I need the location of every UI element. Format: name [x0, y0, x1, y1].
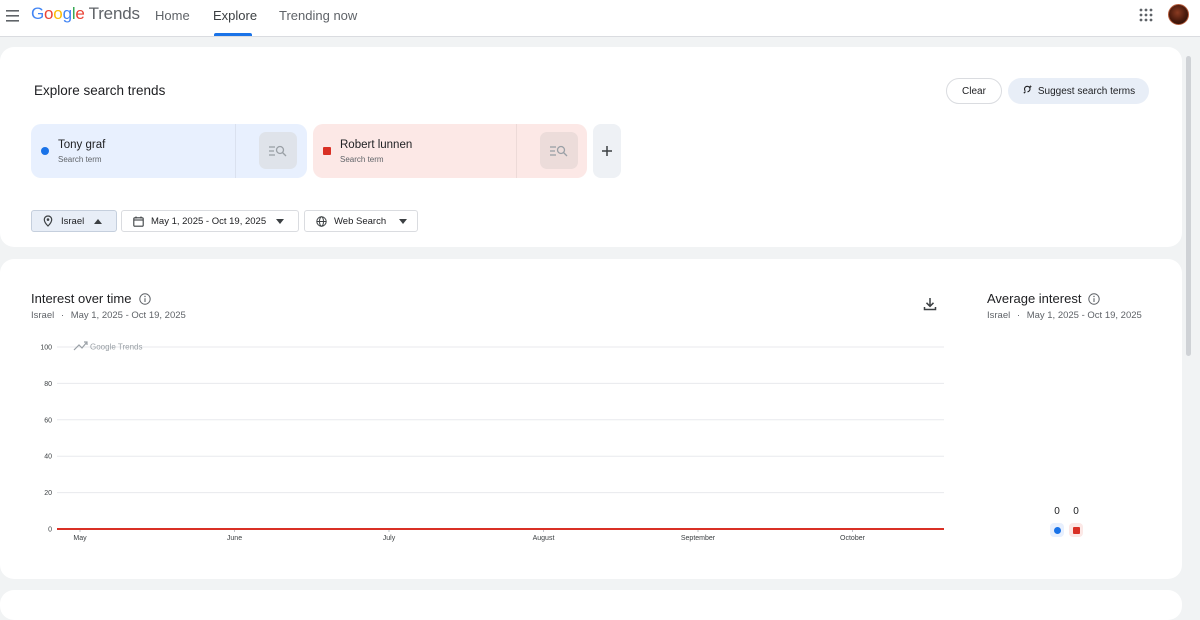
- date-range-filter-dropdown[interactable]: May 1, 2025 - Oct 19, 2025: [121, 210, 299, 232]
- average-interest-title: Average interest: [987, 291, 1082, 306]
- caret-down-icon: [399, 218, 408, 224]
- search-term-card-1[interactable]: Tony graf Search term: [31, 124, 307, 178]
- x-tick-label: October: [840, 535, 866, 542]
- average-marker-term-2: [1069, 523, 1083, 537]
- average-value-term-2: 0: [1073, 506, 1079, 517]
- average-subtitle-range: May 1, 2025 - Oct 19, 2025: [1026, 310, 1142, 321]
- term-2-subtitle: Search term: [340, 155, 384, 164]
- apps-grid-icon[interactable]: [1138, 7, 1154, 23]
- term-1-divider: [235, 124, 236, 178]
- x-tick-label: September: [681, 535, 716, 542]
- x-tick-label: August: [533, 535, 555, 542]
- y-tick-label: 20: [44, 490, 52, 497]
- nav-tab-explore[interactable]: Explore: [213, 8, 257, 23]
- average-interest-subtitle: Israel · May 1, 2025 - Oct 19, 2025: [987, 310, 1142, 321]
- nav-tab-home[interactable]: Home: [155, 8, 190, 23]
- interest-subtitle: Israel · May 1, 2025 - Oct 19, 2025: [31, 310, 186, 321]
- y-tick-label: 40: [44, 454, 52, 461]
- page-scrollbar[interactable]: [1185, 40, 1193, 600]
- x-tick-label: June: [227, 535, 242, 542]
- top-bar: Google Trends Home Explore Trending now: [0, 0, 1200, 37]
- sparkle-search-icon: [1022, 84, 1033, 98]
- active-tab-indicator: [214, 33, 252, 36]
- term-2-color-square: [323, 147, 331, 155]
- globe-icon: [316, 215, 327, 227]
- user-avatar[interactable]: [1168, 4, 1189, 25]
- calendar-icon: [133, 216, 144, 227]
- search-term-card-2[interactable]: Robert lunnen Search term: [313, 124, 587, 178]
- x-tick-label: July: [383, 535, 396, 542]
- y-tick-label: 60: [44, 417, 52, 424]
- region-filter-dropdown[interactable]: Israel: [31, 210, 117, 232]
- term-2-name[interactable]: Robert lunnen: [340, 139, 412, 151]
- interest-subtitle-range: May 1, 2025 - Oct 19, 2025: [70, 310, 186, 321]
- x-tick-label: May: [73, 535, 87, 542]
- clear-button-label: Clear: [962, 85, 986, 97]
- info-icon[interactable]: [139, 293, 151, 305]
- y-tick-label: 0: [48, 527, 52, 534]
- explore-title: Explore search trends: [34, 83, 166, 98]
- caret-up-icon: [94, 218, 103, 224]
- watermark-text: Google Trends: [90, 343, 142, 352]
- region-filter-label: Israel: [61, 215, 85, 227]
- clear-button[interactable]: Clear: [946, 78, 1002, 104]
- average-subtitle-separator: ·: [1016, 310, 1021, 321]
- scrollbar-thumb[interactable]: [1186, 56, 1191, 356]
- info-icon[interactable]: [1088, 293, 1100, 305]
- search-type-filter-dropdown[interactable]: Web Search: [304, 210, 418, 232]
- blue-dot-icon: [1053, 526, 1061, 534]
- term-2-search-icon[interactable]: [540, 132, 578, 169]
- y-tick-label: 100: [40, 345, 52, 352]
- average-subtitle-geo: Israel: [987, 310, 1011, 321]
- location-pin-icon: [43, 215, 53, 227]
- caret-down-icon: [276, 218, 285, 224]
- nav-tab-trending-now[interactable]: Trending now: [279, 8, 357, 23]
- term-1-color-dot: [41, 147, 49, 155]
- next-section-card: [0, 590, 1182, 620]
- suggest-button-label: Suggest search terms: [1037, 85, 1136, 97]
- interest-over-time-chart: 100 80 60 40 20 0 May June July August September O…: [40, 341, 944, 542]
- term-1-search-icon[interactable]: [259, 132, 297, 169]
- suggest-search-terms-button[interactable]: Suggest search terms: [1008, 78, 1149, 104]
- plus-icon: [602, 146, 612, 156]
- interest-subtitle-separator: ·: [60, 310, 65, 321]
- term-1-subtitle: Search term: [58, 155, 102, 164]
- add-search-term-button[interactable]: [593, 124, 621, 178]
- google-trends-logo[interactable]: Google Trends: [31, 4, 140, 24]
- average-marker-term-1: [1050, 523, 1064, 537]
- download-icon[interactable]: [922, 296, 938, 312]
- red-square-icon: [1072, 526, 1080, 534]
- term-2-divider: [516, 124, 517, 178]
- interest-subtitle-geo: Israel: [31, 310, 55, 321]
- hamburger-menu-icon[interactable]: [4, 6, 28, 26]
- term-1-name[interactable]: Tony graf: [58, 139, 105, 151]
- date-range-label: May 1, 2025 - Oct 19, 2025: [151, 215, 267, 227]
- y-tick-label: 80: [44, 381, 52, 388]
- average-value-term-1: 0: [1054, 506, 1060, 517]
- search-type-label: Web Search: [334, 215, 387, 227]
- interest-over-time-title: Interest over time: [31, 291, 132, 306]
